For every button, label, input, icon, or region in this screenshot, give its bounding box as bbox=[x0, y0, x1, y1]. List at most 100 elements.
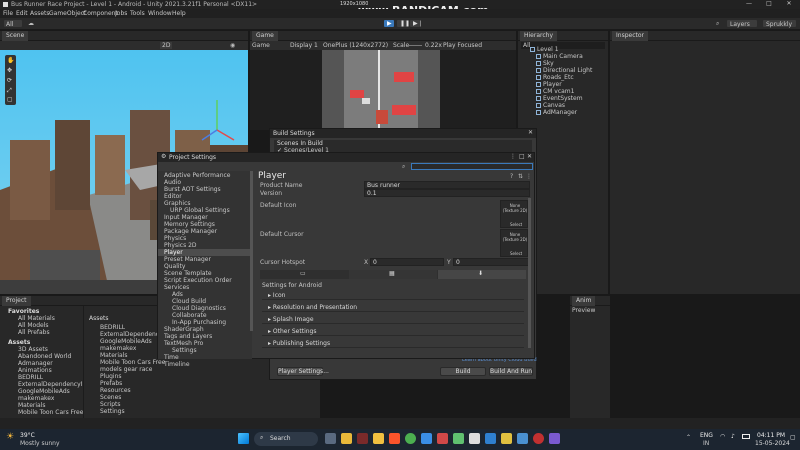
wifi-icon[interactable]: ◠ bbox=[720, 433, 725, 440]
play-focused-dropdown[interactable]: Play Focused bbox=[443, 42, 482, 49]
select-button[interactable]: Select bbox=[510, 251, 522, 256]
tree-folder[interactable]: Mobile Toon Cars Free bbox=[18, 409, 83, 416]
start-icon[interactable] bbox=[238, 433, 249, 444]
settings-nav-item[interactable]: Physics 2D bbox=[164, 242, 197, 249]
settings-nav-item[interactable]: Physics bbox=[164, 235, 186, 242]
hand-tool-icon[interactable]: ✋ bbox=[7, 57, 14, 64]
asset-item[interactable]: Settings bbox=[100, 408, 125, 415]
settings-nav-item[interactable]: Collaborate bbox=[172, 312, 207, 319]
default-icon-slot[interactable]: None (Texture 2D) Select bbox=[500, 200, 528, 228]
tab-scene[interactable]: Scene bbox=[2, 31, 29, 41]
cloud-icon[interactable]: ☁ bbox=[28, 20, 34, 27]
menu-file[interactable]: File bbox=[3, 10, 13, 17]
section-other[interactable]: ▸ Other Settings bbox=[262, 326, 524, 336]
tree-folder[interactable]: Admanager bbox=[18, 360, 53, 367]
maximize-button[interactable]: □ bbox=[760, 0, 778, 9]
menu-help[interactable]: Help bbox=[172, 10, 186, 17]
asset-item[interactable]: Resources bbox=[100, 387, 131, 394]
settings-nav-item[interactable]: In-App Purchasing bbox=[172, 319, 226, 326]
layout-dropdown[interactable]: Sprukkly bbox=[762, 19, 797, 28]
tree-folder[interactable]: 3D Assets bbox=[18, 346, 48, 353]
hierarchy-item[interactable]: EventSystem bbox=[536, 95, 583, 102]
pause-button[interactable]: ❚❚ bbox=[396, 19, 410, 28]
taskbar-search[interactable]: ⌕ Search bbox=[254, 432, 318, 446]
fav-item[interactable]: All Materials bbox=[18, 315, 55, 322]
version-field[interactable]: 0.1 bbox=[364, 189, 530, 197]
menu-edit[interactable]: Edit bbox=[16, 10, 28, 17]
search-icon[interactable]: ⌕ bbox=[716, 20, 719, 28]
asset-item[interactable]: models gear race bbox=[100, 366, 152, 373]
asset-item[interactable]: GoogleMobileAds bbox=[100, 338, 152, 345]
gizmos-icon[interactable]: ◉ bbox=[230, 42, 235, 49]
rect-tool-icon[interactable]: ▢ bbox=[7, 96, 13, 103]
settings-nav-item[interactable]: Graphics bbox=[164, 200, 191, 207]
taskview-icon[interactable] bbox=[325, 433, 336, 444]
fav-item[interactable]: All Prefabs bbox=[18, 329, 50, 336]
menu-jobs[interactable]: Jobs bbox=[115, 10, 127, 17]
player-scrollbar[interactable] bbox=[528, 198, 531, 348]
player-settings-button[interactable]: Player Settings... bbox=[277, 367, 329, 376]
scale-tool-icon[interactable]: ⤢ bbox=[7, 87, 12, 95]
settings-nav-item[interactable]: Scene Template bbox=[164, 270, 212, 277]
battery-icon[interactable] bbox=[742, 434, 750, 439]
asset-item[interactable]: Plugins bbox=[100, 373, 122, 380]
hierarchy-root[interactable]: Level 1 bbox=[530, 46, 559, 53]
hierarchy-item[interactable]: AdManager bbox=[536, 109, 577, 116]
default-cursor-slot[interactable]: None (Texture 2D) Select bbox=[500, 229, 528, 257]
asset-item[interactable]: BEDRILL bbox=[100, 324, 125, 331]
app-icon[interactable] bbox=[421, 433, 432, 444]
settings-nav-item[interactable]: Adaptive Performance bbox=[164, 172, 230, 179]
settings-nav-item[interactable]: Preset Manager bbox=[164, 256, 211, 263]
rotate-tool-icon[interactable]: ⟳ bbox=[7, 77, 12, 84]
resolution-dropdown[interactable]: OnePlus (1240x2772) bbox=[323, 42, 388, 49]
project-settings-close[interactable]: ✕ bbox=[527, 153, 532, 160]
settings-nav-item[interactable]: ShaderGraph bbox=[164, 326, 204, 333]
assets-root[interactable]: Assets bbox=[8, 339, 30, 346]
settings-nav-item[interactable]: Burst AOT Settings bbox=[164, 186, 221, 193]
favorites-header[interactable]: Favorites bbox=[8, 308, 39, 315]
tree-folder[interactable]: Materials bbox=[18, 402, 46, 409]
project-settings-search[interactable]: ⌕ bbox=[402, 163, 533, 170]
menu-gameobject[interactable]: GameObject bbox=[49, 10, 86, 17]
tab-game[interactable]: Game bbox=[252, 31, 278, 41]
settings-nav-item[interactable]: Package Manager bbox=[164, 228, 217, 235]
app-icon[interactable] bbox=[501, 433, 512, 444]
tab-project[interactable]: Project bbox=[2, 296, 31, 306]
hotspot-y-field[interactable]: 0 bbox=[453, 258, 530, 266]
close-button[interactable]: ✕ bbox=[780, 0, 798, 9]
fav-item[interactable]: All Models bbox=[18, 322, 49, 329]
clock-time[interactable]: 04:11 PM bbox=[757, 432, 785, 439]
settings-nav-item[interactable]: Cloud Diagnostics bbox=[172, 305, 226, 312]
build-settings-close[interactable]: ✕ bbox=[528, 129, 533, 136]
hierarchy-item[interactable]: CM vcam1 bbox=[536, 88, 574, 95]
scene-2d-toggle[interactable]: 2D bbox=[160, 42, 173, 49]
tab-hierarchy[interactable]: Hierarchy bbox=[520, 31, 558, 41]
tab-standalone[interactable]: ▭ bbox=[260, 270, 348, 279]
tray-chevron-icon[interactable]: ⌃ bbox=[686, 434, 691, 441]
app-icon[interactable] bbox=[357, 433, 368, 444]
app-icon[interactable] bbox=[517, 433, 528, 444]
step-button[interactable]: ▶❘ bbox=[409, 19, 423, 28]
settings-nav-item[interactable]: Input Manager bbox=[164, 214, 208, 221]
section-icon[interactable]: ▸ Icon bbox=[262, 290, 524, 300]
build-button[interactable]: Build bbox=[440, 367, 486, 376]
settings-nav-item[interactable]: Memory Settings bbox=[164, 221, 215, 228]
notification-icon[interactable]: ▢ bbox=[790, 434, 796, 441]
display-dropdown[interactable]: Display 1 bbox=[290, 42, 318, 49]
scale-slider[interactable] bbox=[408, 45, 422, 46]
product-name-field[interactable]: Bus runner bbox=[364, 181, 530, 189]
minimize-button[interactable]: — bbox=[740, 0, 758, 9]
game-mode-dropdown[interactable]: Game bbox=[252, 42, 270, 49]
more-icon[interactable]: ⋮ bbox=[526, 173, 532, 180]
build-and-run-button[interactable]: Build And Run bbox=[489, 367, 533, 376]
hierarchy-item[interactable]: Main Camera bbox=[536, 53, 583, 60]
asset-item[interactable]: Scenes bbox=[100, 394, 121, 401]
tab-android[interactable]: ⬇ bbox=[438, 270, 526, 279]
asset-item[interactable]: makemakex bbox=[100, 345, 136, 352]
anim-preview[interactable]: Preview bbox=[572, 307, 595, 314]
layers-dropdown[interactable]: Layers bbox=[726, 19, 758, 28]
record-icon[interactable] bbox=[533, 433, 544, 444]
app-icon[interactable] bbox=[437, 433, 448, 444]
hierarchy-item[interactable]: Roads_Etc bbox=[536, 74, 574, 81]
settings-nav-item[interactable]: Time bbox=[164, 354, 179, 361]
